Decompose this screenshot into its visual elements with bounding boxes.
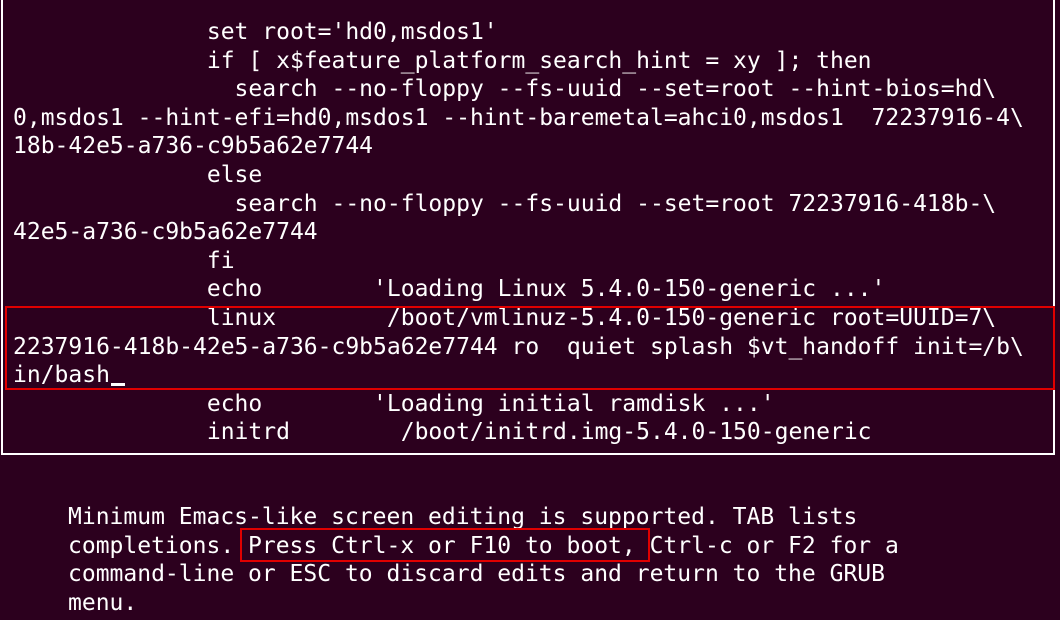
grub-edit-box[interactable]: set root='hd0,msdos1' if [ x$feature_pla… — [1, 0, 1055, 455]
editor-line-init-bash[interactable]: in/bash — [13, 361, 1024, 390]
editor-line[interactable]: fi — [13, 247, 1024, 276]
help-line: menu. — [68, 589, 138, 616]
help-line: Minimum Emacs-like screen editing is sup… — [68, 504, 858, 530]
boot-entry-script[interactable]: set root='hd0,msdos1' if [ x$feature_pla… — [13, 18, 1024, 447]
editor-line[interactable]: search --no-floppy --fs-uuid --set=root … — [13, 190, 1024, 219]
editor-line[interactable]: initrd /boot/initrd.img-5.4.0-150-generi… — [13, 418, 1024, 447]
editor-line[interactable]: 0,msdos1 --hint-efi=hd0,msdos1 --hint-ba… — [13, 104, 1024, 133]
editor-line[interactable]: echo 'Loading initial ramdisk ...' — [13, 390, 1024, 419]
editor-line[interactable]: else — [13, 161, 1024, 190]
editor-line[interactable]: 18b-42e5-a736-c9b5a62e7744 — [13, 132, 1024, 161]
text-cursor — [110, 383, 125, 387]
editor-line-linux-continued[interactable]: 2237916-418b-42e5-a736-c9b5a62e7744 ro q… — [13, 333, 1024, 362]
editor-line-text: in/bash — [13, 362, 110, 389]
editor-line[interactable]: set root='hd0,msdos1' — [13, 18, 1024, 47]
editor-line[interactable]: 42e5-a736-c9b5a62e7744 — [13, 218, 1024, 247]
help-text: Minimum Emacs-like screen editing is sup… — [68, 503, 899, 617]
editor-line[interactable]: if [ x$feature_platform_search_hint = xy… — [13, 47, 1024, 76]
help-line: command-line or ESC to discard edits and… — [68, 561, 885, 587]
editor-line-linux[interactable]: linux /boot/vmlinuz-5.4.0-150-generic ro… — [13, 304, 1024, 333]
help-line: completions. Press Ctrl-x or F10 to boot… — [68, 532, 899, 559]
editor-line[interactable]: search --no-floppy --fs-uuid --set=root … — [13, 75, 1024, 104]
editor-line[interactable]: echo 'Loading Linux 5.4.0-150-generic ..… — [13, 275, 1024, 304]
